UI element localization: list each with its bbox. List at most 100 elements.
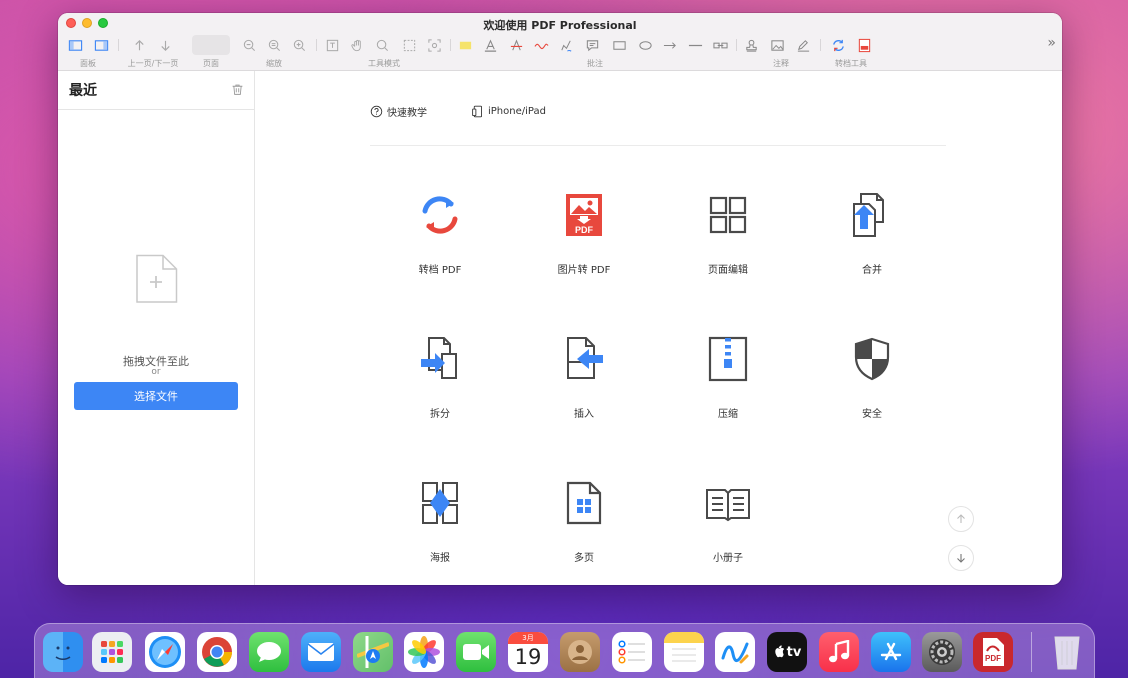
sidebar-header: 最近	[58, 71, 254, 110]
choose-file-button[interactable]: 选择文件	[74, 382, 238, 410]
toolbar-label-annotate: 批注	[587, 59, 603, 68]
pdf-label: PDF	[985, 654, 1001, 663]
zoom-in-icon[interactable]	[290, 37, 308, 53]
underline-icon[interactable]	[481, 37, 499, 53]
calendar-icon[interactable]: 3月 19	[508, 632, 548, 672]
launchpad-icon[interactable]	[92, 632, 132, 672]
tool-security[interactable]: 安全	[817, 335, 927, 420]
squiggly-icon[interactable]	[532, 37, 550, 53]
tool-label: 压缩	[718, 409, 738, 420]
hand-icon[interactable]	[348, 37, 366, 53]
arrow-up-icon	[957, 514, 965, 523]
toolbar-label-zoom: 缩放	[266, 59, 282, 68]
snapshot-icon[interactable]	[425, 37, 443, 53]
main-panel: 快速教学 iPhone/iPad 转档 PDF PDF 图片转 PDF 页面编辑…	[256, 71, 1062, 585]
tool-merge[interactable]: 合并	[817, 191, 927, 276]
tool-image-to-pdf[interactable]: PDF 图片转 PDF	[529, 191, 639, 276]
quick-tutorial-link[interactable]: 快速教学	[370, 104, 427, 119]
page-number-input[interactable]	[192, 35, 230, 55]
tool-split[interactable]: 拆分	[385, 335, 495, 420]
trash-icon[interactable]	[231, 81, 244, 100]
tool-compress[interactable]: 压缩	[673, 335, 783, 420]
messages-icon[interactable]	[249, 632, 289, 672]
image-to-pdf-icon: PDF	[566, 194, 602, 236]
strikethrough-icon[interactable]	[507, 37, 525, 53]
ellipse-icon[interactable]	[636, 37, 654, 53]
toolbar-separator	[450, 39, 451, 51]
app-store-icon[interactable]	[871, 632, 911, 672]
contacts-icon[interactable]	[560, 632, 600, 672]
image-icon[interactable]	[768, 37, 786, 53]
toolbar-label-panel: 面板	[80, 59, 96, 68]
link-icon[interactable]	[711, 37, 729, 53]
tool-page-edit[interactable]: 页面编辑	[673, 191, 783, 276]
panel-left-icon[interactable]	[66, 37, 84, 53]
apple-tv-icon[interactable]: tv	[767, 632, 807, 672]
finder-icon[interactable]	[43, 632, 83, 672]
rectangle-icon[interactable]	[610, 37, 628, 53]
scroll-down-button[interactable]	[948, 545, 974, 571]
zoom-out-icon[interactable]	[240, 37, 258, 53]
toolbar-separator	[736, 39, 737, 51]
trash-bin-icon[interactable]	[1047, 632, 1087, 672]
toolbar-overflow-icon[interactable]: »	[1047, 35, 1056, 51]
calendar-day: 19	[514, 645, 542, 669]
next-page-icon[interactable]	[156, 37, 174, 53]
arrow-icon[interactable]	[661, 37, 679, 53]
tool-booklet[interactable]: 小册子	[673, 479, 783, 564]
tool-insert[interactable]: 插入	[529, 335, 639, 420]
toolbar-label-comment: 注释	[773, 59, 789, 68]
mail-icon[interactable]	[301, 632, 341, 672]
convert-icon[interactable]	[829, 37, 847, 53]
device-icon	[472, 105, 483, 118]
booklet-icon	[706, 489, 750, 522]
toolbar-separator	[118, 39, 119, 51]
poster-icon	[422, 482, 458, 524]
stamp-icon[interactable]	[742, 37, 760, 53]
toolbar-label-page: 页面	[203, 59, 219, 68]
notes-icon[interactable]	[664, 632, 704, 672]
search-icon[interactable]	[373, 37, 391, 53]
text-select-icon[interactable]	[323, 37, 341, 53]
recent-sidebar: 最近 拖拽文件至此 or 选择文件	[58, 71, 255, 585]
safari-icon[interactable]	[145, 632, 185, 672]
reminders-icon[interactable]	[612, 632, 652, 672]
area-select-icon[interactable]	[400, 37, 418, 53]
highlight-icon[interactable]	[456, 37, 474, 53]
pdf-convert-icon[interactable]	[855, 37, 873, 53]
tool-poster[interactable]: 海报	[385, 479, 495, 564]
drop-or: or	[151, 367, 161, 377]
system-settings-icon[interactable]	[922, 632, 962, 672]
tool-convert-pdf[interactable]: 转档 PDF	[385, 191, 495, 276]
signature-icon[interactable]	[794, 37, 812, 53]
tool-multipage[interactable]: 多页	[529, 479, 639, 564]
toolbar-label-prevnext: 上一页/下一页	[127, 59, 179, 68]
multipage-icon	[566, 481, 602, 525]
calendar-month: 3月	[508, 632, 548, 644]
freehand-icon[interactable]	[557, 37, 575, 53]
iphone-ipad-label: iPhone/iPad	[488, 106, 546, 117]
freeform-icon[interactable]	[715, 632, 755, 672]
toolbar: 欢迎使用 PDF Professional 面板 上一页/下一页 页面 缩放 工…	[58, 13, 1062, 71]
zoom-fit-icon[interactable]	[265, 37, 283, 53]
chrome-icon[interactable]	[197, 632, 237, 672]
panel-right-icon[interactable]	[92, 37, 110, 53]
maps-icon[interactable]	[353, 632, 393, 672]
line-icon[interactable]	[686, 37, 704, 53]
insert-icon	[567, 337, 603, 379]
facetime-icon[interactable]	[456, 632, 496, 672]
toolbar-label-toolmode: 工具模式	[368, 59, 400, 68]
toolbar-label-convert: 转档工具	[835, 59, 867, 68]
photos-icon[interactable]	[404, 632, 444, 672]
prev-page-icon[interactable]	[130, 37, 148, 53]
split-icon	[421, 337, 457, 379]
pdf-professional-icon[interactable]: PDF	[973, 632, 1013, 672]
tool-label: 转档 PDF	[418, 265, 462, 276]
note-icon[interactable]	[583, 37, 601, 53]
tool-label: 页面编辑	[708, 265, 748, 276]
music-icon[interactable]	[819, 632, 859, 672]
scroll-up-button[interactable]	[948, 506, 974, 532]
add-file-icon	[136, 254, 178, 303]
page-grid-icon	[709, 196, 747, 234]
iphone-ipad-link[interactable]: iPhone/iPad	[471, 104, 546, 119]
